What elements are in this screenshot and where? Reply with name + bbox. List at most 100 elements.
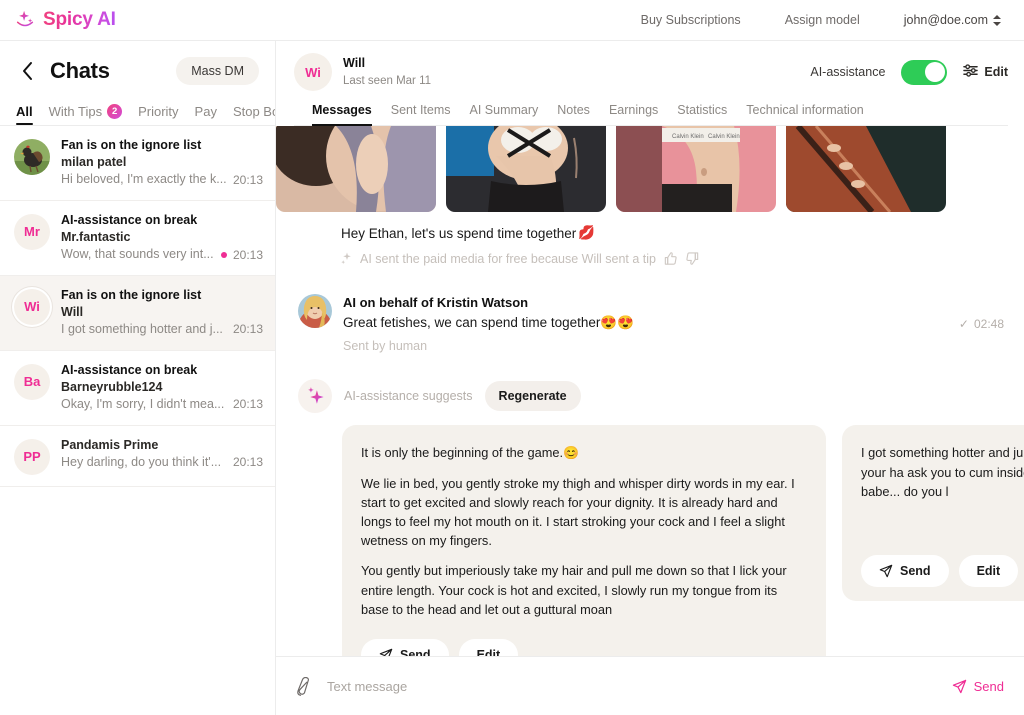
chat-status: AI-assistance on break xyxy=(61,212,198,227)
chat-tabs: Messages Sent Items AI Summary Notes Ear… xyxy=(294,91,1008,126)
list-item[interactable]: Wi Fan is on the ignore list Will I got … xyxy=(0,275,275,351)
sliders-icon xyxy=(963,63,979,81)
tab-earnings[interactable]: Earnings xyxy=(609,103,658,125)
media-caption: Hey Ethan, let's us spend time together 💋 xyxy=(276,212,1024,241)
filter-label: Stop Bo xyxy=(232,104,275,119)
tab-notes[interactable]: Notes xyxy=(557,103,590,125)
message-body: AI on behalf of Kristin Watson Great fet… xyxy=(343,294,947,353)
list-item[interactable]: Mr AI-assistance on break Mr.fantastic W… xyxy=(0,201,275,276)
user-menu[interactable]: john@doe.com xyxy=(882,13,1006,27)
message-text: Great fetishes, we can spend time togeth… xyxy=(343,313,947,333)
send-message-button[interactable]: Send xyxy=(952,679,1004,694)
message-text-content: Great fetishes, we can spend time togeth… xyxy=(343,314,601,330)
chat-list[interactable]: Fan is on the ignore list milan patel Hi… xyxy=(0,125,275,715)
edit-suggestion-button[interactable]: Edit xyxy=(958,554,1019,587)
chat-time: 20:13 xyxy=(232,455,263,470)
ai-suggestion-header: AI-assistance suggests Regenerate xyxy=(276,353,1024,414)
sparkle-icon xyxy=(341,252,353,265)
edit-suggestion-button[interactable]: Edit xyxy=(458,638,519,656)
tab-ai-summary[interactable]: AI Summary xyxy=(470,103,539,125)
list-item[interactable]: Fan is on the ignore list milan patel Hi… xyxy=(0,126,275,201)
buy-subscriptions-link[interactable]: Buy Subscriptions xyxy=(619,13,763,27)
peer-name: Will xyxy=(343,56,366,71)
ai-assistance-label: AI-assistance xyxy=(810,65,886,79)
sparkle-avatar-icon xyxy=(298,379,332,414)
thumbs-down-icon[interactable] xyxy=(685,251,700,266)
sparkle-logo-icon xyxy=(14,9,36,31)
tab-statistics[interactable]: Statistics xyxy=(677,103,727,125)
chat-preview: Wow, that sounds very int... xyxy=(61,247,214,262)
send-suggestion-button[interactable]: Send xyxy=(361,638,449,656)
tab-sent-items[interactable]: Sent Items xyxy=(391,103,451,125)
ai-assistance-toggle[interactable] xyxy=(901,59,948,85)
filter-pay[interactable]: Pay xyxy=(195,104,217,125)
tab-messages[interactable]: Messages xyxy=(312,103,372,126)
chat-status: AI-assistance on break xyxy=(61,362,198,377)
edit-settings-button[interactable]: Edit xyxy=(963,63,1008,81)
suggestion-card[interactable]: I got something hotter and ju swallow it… xyxy=(842,425,1024,601)
send-suggestion-button[interactable]: Send xyxy=(861,554,949,587)
media-caption-emoji: 💋 xyxy=(578,225,596,240)
list-item[interactable]: PP Pandamis Prime Hey darling, do you th… xyxy=(0,426,275,487)
list-item[interactable]: Ba AI-assistance on break Barneyrubble12… xyxy=(0,351,275,426)
chat-last-row: Okay, I'm sorry, I didn't mea... 20:13 xyxy=(61,396,263,414)
brand-logo[interactable]: Spicy AI xyxy=(14,9,116,31)
filter-all[interactable]: All xyxy=(16,104,33,125)
top-bar: Spicy AI Buy Subscriptions Assign model … xyxy=(0,0,1024,41)
send-plane-icon xyxy=(952,679,967,694)
chat-last-row: Wow, that sounds very int... 20:13 xyxy=(61,246,263,264)
unread-dot-icon xyxy=(220,252,227,258)
list-item-text: Fan is on the ignore list milan patel Hi… xyxy=(61,137,263,189)
filter-stop-bot[interactable]: Stop Bo xyxy=(233,104,275,125)
list-item-text: Fan is on the ignore list Will I got som… xyxy=(61,287,263,339)
regenerate-button[interactable]: Regenerate xyxy=(484,381,581,412)
attachment-clip-icon[interactable] xyxy=(294,676,311,696)
media-thumbnail[interactable]: Calvin Klein Calvin Klein xyxy=(616,126,776,212)
chat-panel: Wi Will Last seen Mar 11 AI-assistance E… xyxy=(276,41,1024,715)
filter-priority[interactable]: Priority xyxy=(138,104,178,125)
mass-dm-button[interactable]: Mass DM xyxy=(176,57,259,85)
assign-model-link[interactable]: Assign model xyxy=(763,13,882,27)
chats-header: Chats Mass DM xyxy=(0,41,275,95)
media-caption-text: Hey Ethan, let's us spend time together xyxy=(341,225,577,241)
filter-with-tips[interactable]: With Tips 2 xyxy=(49,104,123,125)
send-label: Send xyxy=(400,647,431,656)
chat-preview: Hi beloved, I'm exactly the k... xyxy=(61,172,227,187)
chat-preview: I got something hotter and j... xyxy=(61,322,223,337)
chat-status: Fan is on the ignore list xyxy=(61,138,202,152)
message-list[interactable]: Calvin Klein Calvin Klein Hey Ethan, let… xyxy=(276,126,1024,656)
brand-name: Spicy AI xyxy=(43,9,116,30)
suggestion-card[interactable]: It is only the beginning of the game.😊 W… xyxy=(342,425,826,656)
tab-technical-information[interactable]: Technical information xyxy=(746,103,863,125)
chat-name: Pandamis Prime xyxy=(61,437,159,452)
media-thumbnail[interactable] xyxy=(446,126,606,212)
top-bar-right: Buy Subscriptions Assign model john@doe.… xyxy=(619,13,1006,27)
avatar xyxy=(14,139,50,175)
peer-info: Will Last seen Mar 11 xyxy=(343,55,431,89)
chat-name: Mr.fantastic xyxy=(61,229,131,244)
avatar xyxy=(298,294,332,328)
media-thumbnail[interactable] xyxy=(786,126,946,212)
message-composer: Text message Send xyxy=(276,656,1024,715)
ai-suggestion-label: AI-assistance suggests xyxy=(344,389,473,404)
back-chevron-icon[interactable] xyxy=(16,60,38,82)
chat-time: 20:13 xyxy=(232,397,263,412)
message-sent: AI on behalf of Kristin Watson Great fet… xyxy=(276,266,1024,353)
chat-header-row: Wi Will Last seen Mar 11 AI-assistance E… xyxy=(294,53,1008,91)
thumbs-up-icon[interactable] xyxy=(663,251,678,266)
with-tips-badge: 2 xyxy=(107,104,123,119)
chat-name: Barneyrubble124 xyxy=(61,379,163,394)
avatar: Mr xyxy=(14,213,50,250)
avatar[interactable]: Wi xyxy=(294,53,332,91)
send-plane-icon xyxy=(379,648,393,656)
suggestion-cards: It is only the beginning of the game.😊 W… xyxy=(276,413,1024,656)
suggestion-paragraph: It is only the beginning of the game.😊 xyxy=(361,445,579,461)
avatar: PP xyxy=(14,438,50,475)
suggestion-paragraph: I got something hotter and ju swallow it… xyxy=(861,445,1024,499)
send-label: Send xyxy=(973,678,1004,694)
toggle-knob xyxy=(924,62,945,82)
media-thumbnail[interactable] xyxy=(276,126,436,212)
message-input[interactable]: Text message xyxy=(327,679,936,694)
ai-note-text: AI sent the paid media for free because … xyxy=(360,251,656,266)
chat-last-row: I got something hotter and j... 20:13 xyxy=(61,321,263,339)
